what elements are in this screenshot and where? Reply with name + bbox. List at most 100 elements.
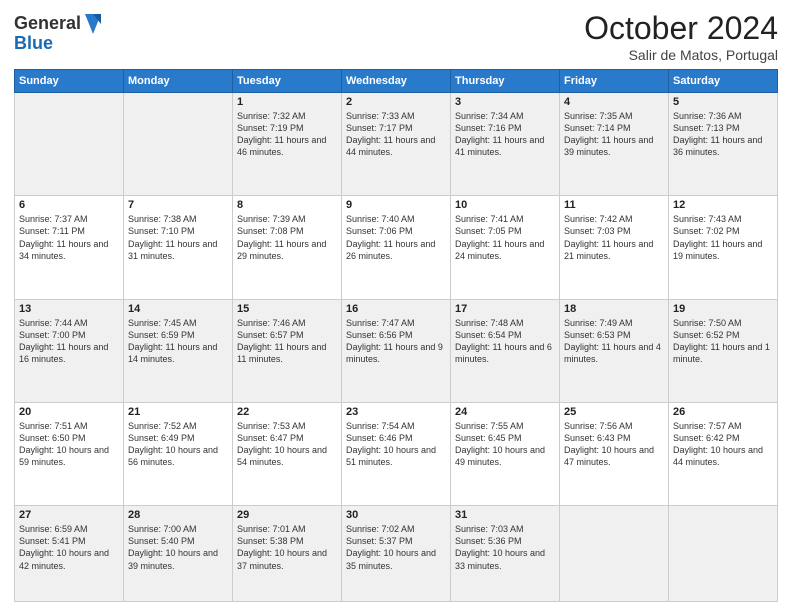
- day-number: 26: [673, 406, 773, 418]
- day-number: 28: [128, 509, 228, 521]
- day-number: 17: [455, 303, 555, 315]
- day-number: 2: [346, 96, 446, 108]
- calendar-week-row: 1 Sunrise: 7:32 AM Sunset: 7:19 PM Daylig…: [15, 93, 778, 196]
- calendar-cell: [560, 506, 669, 602]
- month-title: October 2024: [584, 10, 778, 47]
- header-monday: Monday: [124, 70, 233, 93]
- day-number: 21: [128, 406, 228, 418]
- day-number: 20: [19, 406, 119, 418]
- day-info: Sunrise: 7:33 AM Sunset: 7:17 PM Dayligh…: [346, 110, 446, 159]
- calendar-cell: 5 Sunrise: 7:36 AM Sunset: 7:13 PM Daylig…: [669, 93, 778, 196]
- day-number: 8: [237, 199, 337, 211]
- day-info: Sunrise: 7:53 AM Sunset: 6:47 PM Dayligh…: [237, 420, 337, 469]
- calendar-cell: 21 Sunrise: 7:52 AM Sunset: 6:49 PM Dayli…: [124, 402, 233, 505]
- day-number: 18: [564, 303, 664, 315]
- day-number: 10: [455, 199, 555, 211]
- day-number: 29: [237, 509, 337, 521]
- day-info: Sunrise: 7:00 AM Sunset: 5:40 PM Dayligh…: [128, 523, 228, 572]
- calendar-week-row: 13 Sunrise: 7:44 AM Sunset: 7:00 PM Dayli…: [15, 299, 778, 402]
- day-number: 15: [237, 303, 337, 315]
- day-number: 5: [673, 96, 773, 108]
- day-info: Sunrise: 7:54 AM Sunset: 6:46 PM Dayligh…: [346, 420, 446, 469]
- calendar-cell: 10 Sunrise: 7:41 AM Sunset: 7:05 PM Dayli…: [451, 196, 560, 299]
- logo-blue-text: Blue: [14, 34, 53, 54]
- day-number: 31: [455, 509, 555, 521]
- calendar-cell: 3 Sunrise: 7:34 AM Sunset: 7:16 PM Daylig…: [451, 93, 560, 196]
- day-info: Sunrise: 7:34 AM Sunset: 7:16 PM Dayligh…: [455, 110, 555, 159]
- calendar-cell: 28 Sunrise: 7:00 AM Sunset: 5:40 PM Dayli…: [124, 506, 233, 602]
- calendar-cell: 23 Sunrise: 7:54 AM Sunset: 6:46 PM Dayli…: [342, 402, 451, 505]
- logo-icon: [83, 10, 103, 38]
- logo-general-text: General: [14, 14, 81, 34]
- header-wednesday: Wednesday: [342, 70, 451, 93]
- header-saturday: Saturday: [669, 70, 778, 93]
- calendar-cell: 22 Sunrise: 7:53 AM Sunset: 6:47 PM Dayli…: [233, 402, 342, 505]
- calendar-week-row: 6Sunrise: 7:37 AM Sunset: 7:11 PM Daylig…: [15, 196, 778, 299]
- calendar-cell: 14 Sunrise: 7:45 AM Sunset: 6:59 PM Dayli…: [124, 299, 233, 402]
- day-number: 22: [237, 406, 337, 418]
- location-subtitle: Salir de Matos, Portugal: [584, 47, 778, 63]
- day-info: Sunrise: 7:51 AM Sunset: 6:50 PM Dayligh…: [19, 420, 119, 469]
- day-info: Sunrise: 7:47 AM Sunset: 6:56 PM Dayligh…: [346, 317, 446, 366]
- header-tuesday: Tuesday: [233, 70, 342, 93]
- day-number: 14: [128, 303, 228, 315]
- day-info: Sunrise: 7:56 AM Sunset: 6:43 PM Dayligh…: [564, 420, 664, 469]
- day-number: 4: [564, 96, 664, 108]
- header: General Blue October 2024 Salir de Matos…: [14, 10, 778, 63]
- calendar-cell: 31Sunrise: 7:03 AM Sunset: 5:36 PM Dayli…: [451, 506, 560, 602]
- weekday-header-row: Sunday Monday Tuesday Wednesday Thursday…: [15, 70, 778, 93]
- day-info: Sunrise: 7:41 AM Sunset: 7:05 PM Dayligh…: [455, 213, 555, 262]
- day-number: 1: [237, 96, 337, 108]
- day-number: 13: [19, 303, 119, 315]
- day-info: Sunrise: 7:35 AM Sunset: 7:14 PM Dayligh…: [564, 110, 664, 159]
- day-info: Sunrise: 7:42 AM Sunset: 7:03 PM Dayligh…: [564, 213, 664, 262]
- day-number: 12: [673, 199, 773, 211]
- day-info: Sunrise: 7:02 AM Sunset: 5:37 PM Dayligh…: [346, 523, 446, 572]
- day-info: Sunrise: 7:52 AM Sunset: 6:49 PM Dayligh…: [128, 420, 228, 469]
- day-number: 9: [346, 199, 446, 211]
- day-number: 11: [564, 199, 664, 211]
- calendar-cell: 9 Sunrise: 7:40 AM Sunset: 7:06 PM Daylig…: [342, 196, 451, 299]
- day-number: 3: [455, 96, 555, 108]
- day-number: 23: [346, 406, 446, 418]
- calendar-cell: [124, 93, 233, 196]
- calendar-cell: 27 Sunrise: 6:59 AM Sunset: 5:41 PM Dayli…: [15, 506, 124, 602]
- day-info: Sunrise: 7:55 AM Sunset: 6:45 PM Dayligh…: [455, 420, 555, 469]
- day-number: 27: [19, 509, 119, 521]
- calendar-cell: 24Sunrise: 7:55 AM Sunset: 6:45 PM Dayli…: [451, 402, 560, 505]
- logo: General Blue: [14, 10, 103, 54]
- day-info: Sunrise: 7:40 AM Sunset: 7:06 PM Dayligh…: [346, 213, 446, 262]
- day-info: Sunrise: 7:37 AM Sunset: 7:11 PM Dayligh…: [19, 213, 119, 262]
- day-info: Sunrise: 7:43 AM Sunset: 7:02 PM Dayligh…: [673, 213, 773, 262]
- day-number: 16: [346, 303, 446, 315]
- calendar-cell: 15 Sunrise: 7:46 AM Sunset: 6:57 PM Dayli…: [233, 299, 342, 402]
- calendar-cell: 6Sunrise: 7:37 AM Sunset: 7:11 PM Daylig…: [15, 196, 124, 299]
- calendar-cell: 8Sunrise: 7:39 AM Sunset: 7:08 PM Daylig…: [233, 196, 342, 299]
- day-info: Sunrise: 6:59 AM Sunset: 5:41 PM Dayligh…: [19, 523, 119, 572]
- calendar-cell: 11 Sunrise: 7:42 AM Sunset: 7:03 PM Dayli…: [560, 196, 669, 299]
- calendar-cell: 17Sunrise: 7:48 AM Sunset: 6:54 PM Dayli…: [451, 299, 560, 402]
- header-sunday: Sunday: [15, 70, 124, 93]
- calendar-cell: 12 Sunrise: 7:43 AM Sunset: 7:02 PM Dayli…: [669, 196, 778, 299]
- page: General Blue October 2024 Salir de Matos…: [0, 0, 792, 612]
- calendar-week-row: 27 Sunrise: 6:59 AM Sunset: 5:41 PM Dayli…: [15, 506, 778, 602]
- calendar-cell: 30 Sunrise: 7:02 AM Sunset: 5:37 PM Dayli…: [342, 506, 451, 602]
- day-info: Sunrise: 7:50 AM Sunset: 6:52 PM Dayligh…: [673, 317, 773, 366]
- day-info: Sunrise: 7:32 AM Sunset: 7:19 PM Dayligh…: [237, 110, 337, 159]
- day-number: 30: [346, 509, 446, 521]
- day-number: 7: [128, 199, 228, 211]
- day-info: Sunrise: 7:46 AM Sunset: 6:57 PM Dayligh…: [237, 317, 337, 366]
- calendar-cell: 20 Sunrise: 7:51 AM Sunset: 6:50 PM Dayli…: [15, 402, 124, 505]
- calendar-cell: [15, 93, 124, 196]
- day-info: Sunrise: 7:38 AM Sunset: 7:10 PM Dayligh…: [128, 213, 228, 262]
- calendar-cell: 26Sunrise: 7:57 AM Sunset: 6:42 PM Dayli…: [669, 402, 778, 505]
- day-info: Sunrise: 7:44 AM Sunset: 7:00 PM Dayligh…: [19, 317, 119, 366]
- day-info: Sunrise: 7:45 AM Sunset: 6:59 PM Dayligh…: [128, 317, 228, 366]
- day-number: 19: [673, 303, 773, 315]
- day-info: Sunrise: 7:36 AM Sunset: 7:13 PM Dayligh…: [673, 110, 773, 159]
- calendar-cell: 1 Sunrise: 7:32 AM Sunset: 7:19 PM Daylig…: [233, 93, 342, 196]
- calendar-cell: 7 Sunrise: 7:38 AM Sunset: 7:10 PM Daylig…: [124, 196, 233, 299]
- calendar-cell: 29Sunrise: 7:01 AM Sunset: 5:38 PM Dayli…: [233, 506, 342, 602]
- calendar-cell: [669, 506, 778, 602]
- day-info: Sunrise: 7:49 AM Sunset: 6:53 PM Dayligh…: [564, 317, 664, 366]
